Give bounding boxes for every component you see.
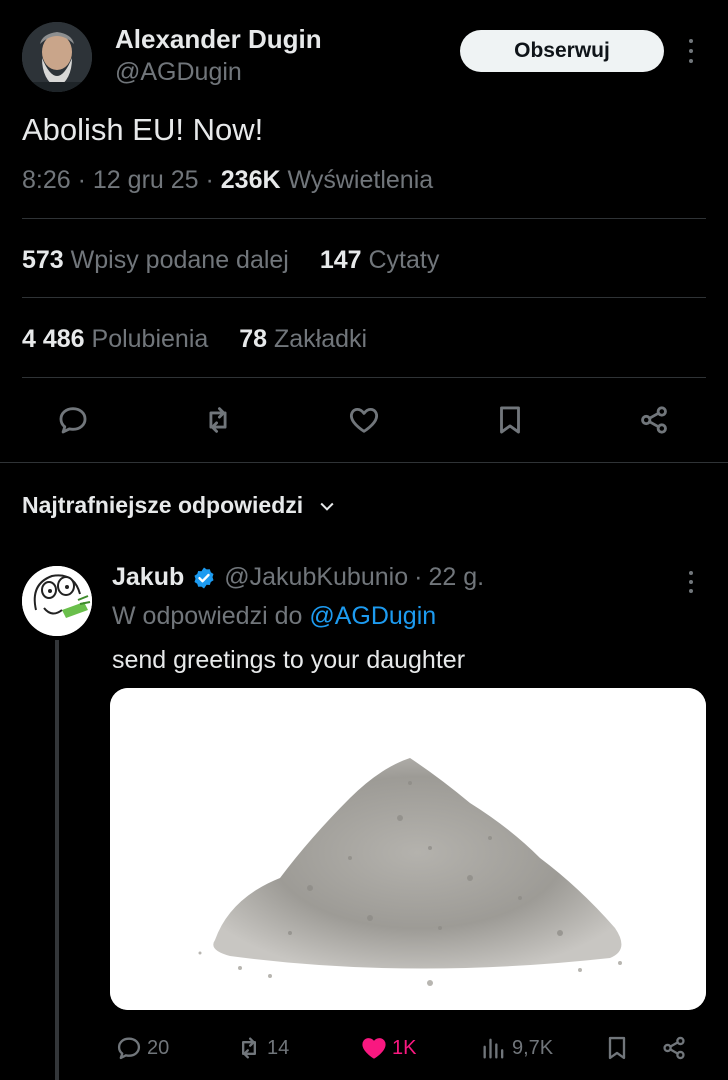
reply-author-handle[interactable]: @JakubKubunio xyxy=(224,563,408,592)
reply-share-button[interactable] xyxy=(660,1028,688,1068)
views-chart-icon xyxy=(483,1038,504,1059)
like-icon[interactable] xyxy=(344,400,384,440)
tweet-actions xyxy=(0,400,728,442)
bookmarks-count: 78 xyxy=(239,325,268,353)
tweet-time[interactable]: 8:26 xyxy=(22,166,71,194)
reply-author-name[interactable]: Jakub xyxy=(112,563,184,592)
reply-reply-button[interactable]: 20 xyxy=(115,1028,169,1068)
bookmark-icon xyxy=(608,1036,626,1060)
reply-bookmark-button[interactable] xyxy=(603,1028,631,1068)
chevron-down-icon xyxy=(320,502,334,511)
replies-sort-label: Najtrafniejsze odpowiedzi xyxy=(22,492,304,518)
verified-badge-icon[interactable] xyxy=(192,566,216,590)
reply-header: Jakub @JakubKubunio · 22 g. xyxy=(112,563,484,592)
stats-row-likes: 4 486 Polubienia 78 Zakładki xyxy=(22,325,391,354)
likes-label: Polubienia xyxy=(91,325,209,353)
views-count: 236K xyxy=(220,166,281,194)
stats-row-reposts: 573 Wpisy podane dalej 147 Cytaty xyxy=(22,246,463,275)
likes-stat[interactable]: 4 486 Polubienia xyxy=(22,325,215,353)
repost-icon[interactable] xyxy=(198,400,238,440)
reply-avatar-image xyxy=(22,566,92,636)
reply-to-mention[interactable]: @AGDugin xyxy=(309,602,436,630)
reply-to-line: W odpowiedzi do @AGDugin xyxy=(112,602,436,631)
bookmarks-stat[interactable]: 78 Zakładki xyxy=(239,325,367,353)
replies-sort-dropdown[interactable]: Najtrafniejsze odpowiedzi xyxy=(22,492,337,519)
reposts-count: 573 xyxy=(22,246,64,274)
reply-replies-count: 20 xyxy=(147,1036,170,1059)
reply-actions: 20 14 1K 9,7K xyxy=(0,1028,728,1068)
heart-filled-icon xyxy=(362,1038,386,1059)
repost-icon xyxy=(242,1037,256,1059)
reply-avatar[interactable] xyxy=(22,566,92,636)
section-divider xyxy=(0,462,728,463)
thread-line xyxy=(55,640,59,1080)
divider xyxy=(22,218,706,219)
separator: · xyxy=(414,563,423,591)
share-icon xyxy=(663,1036,685,1060)
reply-media-image[interactable] xyxy=(110,688,706,1010)
views-label: Wyświetlenia xyxy=(287,166,434,194)
reply-icon[interactable] xyxy=(53,400,93,440)
reply-likes-count: 1K xyxy=(392,1036,417,1059)
follow-button[interactable]: Obserwuj xyxy=(460,30,664,72)
share-icon[interactable] xyxy=(634,400,674,440)
quotes-stat[interactable]: 147 Cytaty xyxy=(320,246,440,274)
reply-age[interactable]: 22 g. xyxy=(428,563,484,592)
reply-like-button[interactable]: 1K xyxy=(360,1028,416,1068)
reply-text: send greetings to your daughter xyxy=(112,646,466,674)
tweet-date[interactable]: 12 gru 25 xyxy=(93,166,199,194)
more-options-icon[interactable] xyxy=(680,36,702,66)
divider xyxy=(22,297,706,298)
ash-pile-image xyxy=(110,688,706,1010)
bookmark-icon[interactable] xyxy=(490,400,530,440)
likes-count: 4 486 xyxy=(22,325,85,353)
reposts-label: Wpisy podane dalej xyxy=(70,246,289,274)
reply-views-count: 9,7K xyxy=(512,1036,554,1059)
reply-more-options-icon[interactable] xyxy=(680,568,702,596)
tweet-meta: 8:26 · 12 gru 25 · 236K Wyświetlenia xyxy=(22,166,433,195)
author-handle[interactable]: @AGDugin xyxy=(115,58,242,87)
divider xyxy=(22,377,706,378)
tweet-text: Abolish EU! Now! xyxy=(22,112,264,147)
separator: · xyxy=(77,166,86,194)
author-avatar[interactable] xyxy=(22,22,92,92)
quotes-count: 147 xyxy=(319,246,362,274)
reply-to-prefix: W odpowiedzi do xyxy=(112,602,303,630)
separator: · xyxy=(205,166,214,194)
author-avatar-image xyxy=(22,22,92,92)
quotes-label: Cytaty xyxy=(368,246,440,274)
author-name[interactable]: Alexander Dugin xyxy=(115,24,322,55)
reply-reposts-count: 14 xyxy=(267,1036,290,1059)
reposts-stat[interactable]: 573 Wpisy podane dalej xyxy=(22,246,296,274)
reply-repost-button[interactable]: 14 xyxy=(235,1028,289,1068)
reply-views-button[interactable]: 9,7K xyxy=(480,1028,553,1068)
bookmarks-label: Zakładki xyxy=(274,325,368,353)
reply-icon xyxy=(117,1037,141,1060)
